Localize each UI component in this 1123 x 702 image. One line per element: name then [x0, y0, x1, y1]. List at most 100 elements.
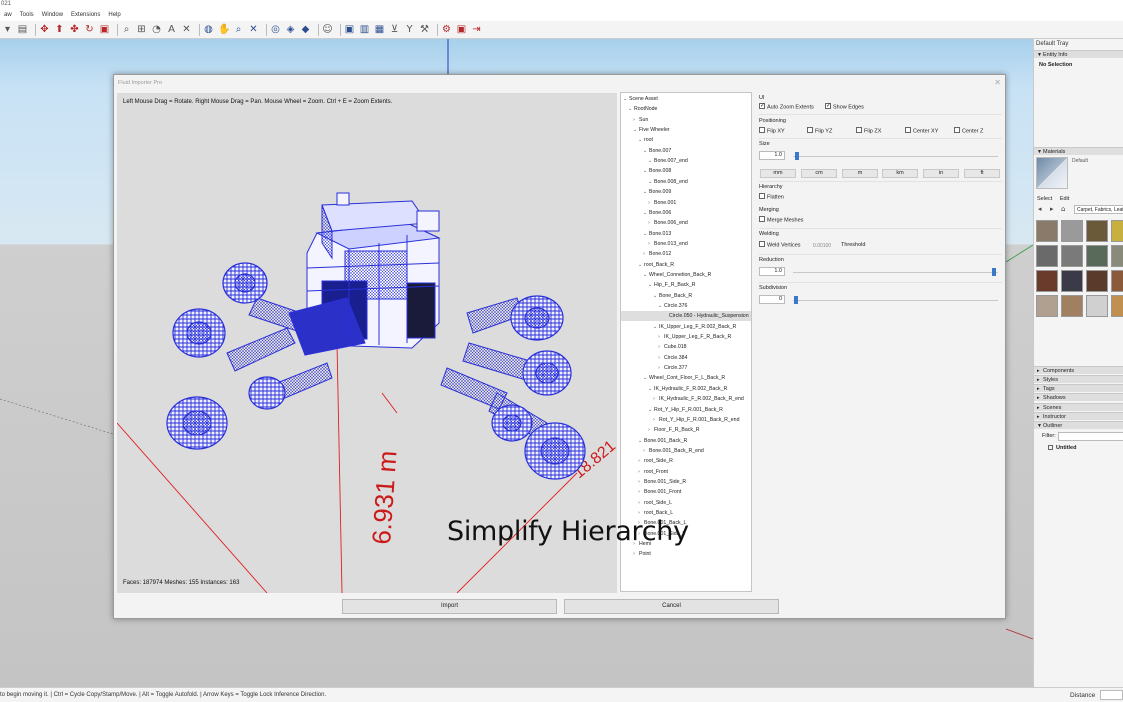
extension-icon[interactable]: ◈ — [285, 24, 296, 35]
material-swatch[interactable] — [1036, 270, 1058, 292]
checkbox-box[interactable] — [759, 193, 765, 199]
tab-edit[interactable]: Edit — [1060, 196, 1069, 202]
tree-node[interactable]: › Cube.018 — [621, 342, 751, 352]
zoom-icon[interactable]: ⌕ — [233, 24, 244, 35]
outliner-header[interactable]: ▼Outliner — [1034, 421, 1123, 429]
tree-node[interactable]: ⌄ Bone_Back_R — [621, 291, 751, 301]
tree-node[interactable]: › Bone.001_Back_R_end — [621, 446, 751, 456]
dimension-icon[interactable]: ⊞ — [136, 24, 147, 35]
warehouse-icon[interactable]: ◎ — [270, 24, 281, 35]
flip-xy-checkbox[interactable]: Flip XY — [759, 127, 785, 136]
material-collection-select[interactable]: Carpet, Fabrics, Leath — [1074, 205, 1123, 214]
material-swatch[interactable] — [1111, 295, 1123, 317]
tree-node[interactable]: ⌄ Bone.013 — [621, 229, 751, 239]
components-icon[interactable]: ◆ — [300, 24, 311, 35]
tree-node[interactable]: ⌄ Bone.008_end — [621, 177, 751, 187]
tree-node[interactable]: › Bone.001 — [621, 198, 751, 208]
menu-tools[interactable]: Tools — [16, 10, 38, 21]
tree-node[interactable]: ⌄ Bone.006 — [621, 208, 751, 218]
axes-icon[interactable]: ✕ — [181, 24, 192, 35]
tree-node[interactable]: › Circle.377 — [621, 363, 751, 373]
exit-icon[interactable]: ⇥ — [471, 24, 482, 35]
tree-node[interactable]: ⌄ Bone.009 — [621, 187, 751, 197]
cancel-button[interactable]: Cancel — [564, 599, 779, 614]
checkbox-box[interactable] — [954, 127, 960, 133]
tree-node[interactable]: ⌄ Rot_Y_Hip_F_R.001_Back_R — [621, 405, 751, 415]
outliner-item[interactable]: Untitled — [1048, 445, 1076, 451]
material-swatch[interactable] — [1111, 245, 1123, 267]
move-icon[interactable]: ✥ — [39, 24, 50, 35]
weld-vertices-checkbox[interactable]: Weld Vertices — [759, 241, 801, 250]
tree-node[interactable]: ⌄ Bone.008 — [621, 166, 751, 176]
tab-select[interactable]: Select — [1037, 196, 1052, 202]
refresh-icon[interactable]: ↻ — [84, 24, 95, 35]
import-button[interactable]: Import — [342, 599, 557, 614]
subdivision-slider-track[interactable] — [793, 300, 998, 301]
size-slider-handle[interactable] — [795, 152, 799, 160]
weld-threshold-value[interactable]: 0.00100 — [813, 243, 831, 249]
tree-node[interactable]: ⌄ Wheel_Connetion_Back_R — [621, 270, 751, 280]
material-swatch[interactable] — [1061, 270, 1083, 292]
material-swatch[interactable] — [1086, 220, 1108, 242]
tree-node[interactable]: › root_Side_L — [621, 498, 751, 508]
components-header[interactable]: ▸ Components — [1034, 366, 1123, 374]
scale-icon[interactable]: ▣ — [99, 24, 110, 35]
tree-node[interactable]: › root_Side_R — [621, 456, 751, 466]
size-input[interactable]: 1.0 — [759, 151, 785, 160]
tree-node[interactable]: ⌄ Wheel_Cont_Floor_F_L_Back_R — [621, 373, 751, 383]
user-icon[interactable]: ☺ — [322, 24, 333, 35]
pan-icon[interactable]: ✋ — [218, 24, 230, 35]
tree-node[interactable]: › Bone.013_end — [621, 239, 751, 249]
materials-header[interactable]: ▼Materials — [1034, 147, 1123, 155]
scene-icon[interactable]: ▦ — [374, 24, 385, 35]
tree-node[interactable]: ⌄ root — [621, 135, 751, 145]
tags-header[interactable]: ▸ Tags — [1034, 384, 1123, 392]
tree-node[interactable]: ⌄ IK_Hydraulic_F_R.002_Back_R — [621, 384, 751, 394]
show-edges-checkbox[interactable]: Show Edges — [825, 102, 864, 112]
checkbox-box[interactable] — [759, 241, 765, 247]
unit-cm-button[interactable]: cm — [801, 169, 837, 178]
checkbox-box[interactable] — [825, 102, 831, 109]
select-icon[interactable]: ▾ — [2, 24, 13, 35]
tree-node[interactable]: ⌄ Hip_F_R_Back_R — [621, 280, 751, 290]
checkbox-box[interactable] — [905, 127, 911, 133]
tree-node[interactable]: › Circle.384 — [621, 353, 751, 363]
material-swatch[interactable] — [1061, 245, 1083, 267]
orbit-icon[interactable]: ◍ — [203, 24, 214, 35]
tree-node[interactable]: › Point — [621, 549, 751, 559]
tree-node[interactable]: › Bone.012 — [621, 249, 751, 259]
material-swatch[interactable] — [1111, 220, 1123, 242]
tree-node[interactable]: › Rot_Y_Hip_F_R.001_Back_R_end — [621, 415, 751, 425]
text-icon[interactable]: A — [166, 24, 177, 35]
scenes-header[interactable]: ▸ Scenes — [1034, 403, 1123, 411]
entity-info-header[interactable]: ▼Entity Info — [1034, 50, 1123, 58]
tree-node[interactable]: › Bone.006_end — [621, 218, 751, 228]
tree-node[interactable]: › Sun — [621, 115, 751, 125]
tree-node[interactable]: › Floor_F_R_Back_R — [621, 425, 751, 435]
unit-ft-button[interactable]: ft — [964, 169, 1000, 178]
flip-zx-checkbox[interactable]: Flip ZX — [856, 127, 881, 136]
center-z-checkbox[interactable]: Center Z — [954, 127, 983, 136]
import-icon[interactable]: ⊻ — [389, 24, 400, 35]
tree-node[interactable]: ⌄ Bone.007 — [621, 146, 751, 156]
plugin-icon[interactable]: ⚒ — [419, 24, 430, 35]
menu-help[interactable]: Help — [104, 10, 124, 21]
material-swatch[interactable] — [1036, 245, 1058, 267]
menu-window[interactable]: Window — [38, 10, 67, 21]
tree-node[interactable]: › root_Front — [621, 467, 751, 477]
unit-km-button[interactable]: km — [882, 169, 918, 178]
back-icon[interactable]: ◂ — [1038, 205, 1042, 213]
tree-node[interactable]: Circle.050 - Hydraulic_Suspension — [621, 311, 751, 322]
unit-m-button[interactable]: m — [842, 169, 878, 178]
material-swatch[interactable] — [1061, 220, 1083, 242]
unit-in-button[interactable]: in — [923, 169, 959, 178]
rotate-icon[interactable]: ✤ — [69, 24, 80, 35]
tree-node[interactable]: ⌄ Circle.376 — [621, 301, 751, 311]
tree-node[interactable]: ⌄ root_Back_R — [621, 260, 751, 270]
tree-node[interactable]: › Bone.001_Side_R — [621, 477, 751, 487]
unit-mm-button[interactable]: mm — [760, 169, 796, 178]
material-swatch[interactable] — [1086, 295, 1108, 317]
size-slider-track[interactable] — [793, 156, 998, 157]
flip-yz-checkbox[interactable]: Flip YZ — [807, 127, 832, 136]
merge-meshes-checkbox[interactable]: Merge Meshes — [759, 216, 803, 225]
